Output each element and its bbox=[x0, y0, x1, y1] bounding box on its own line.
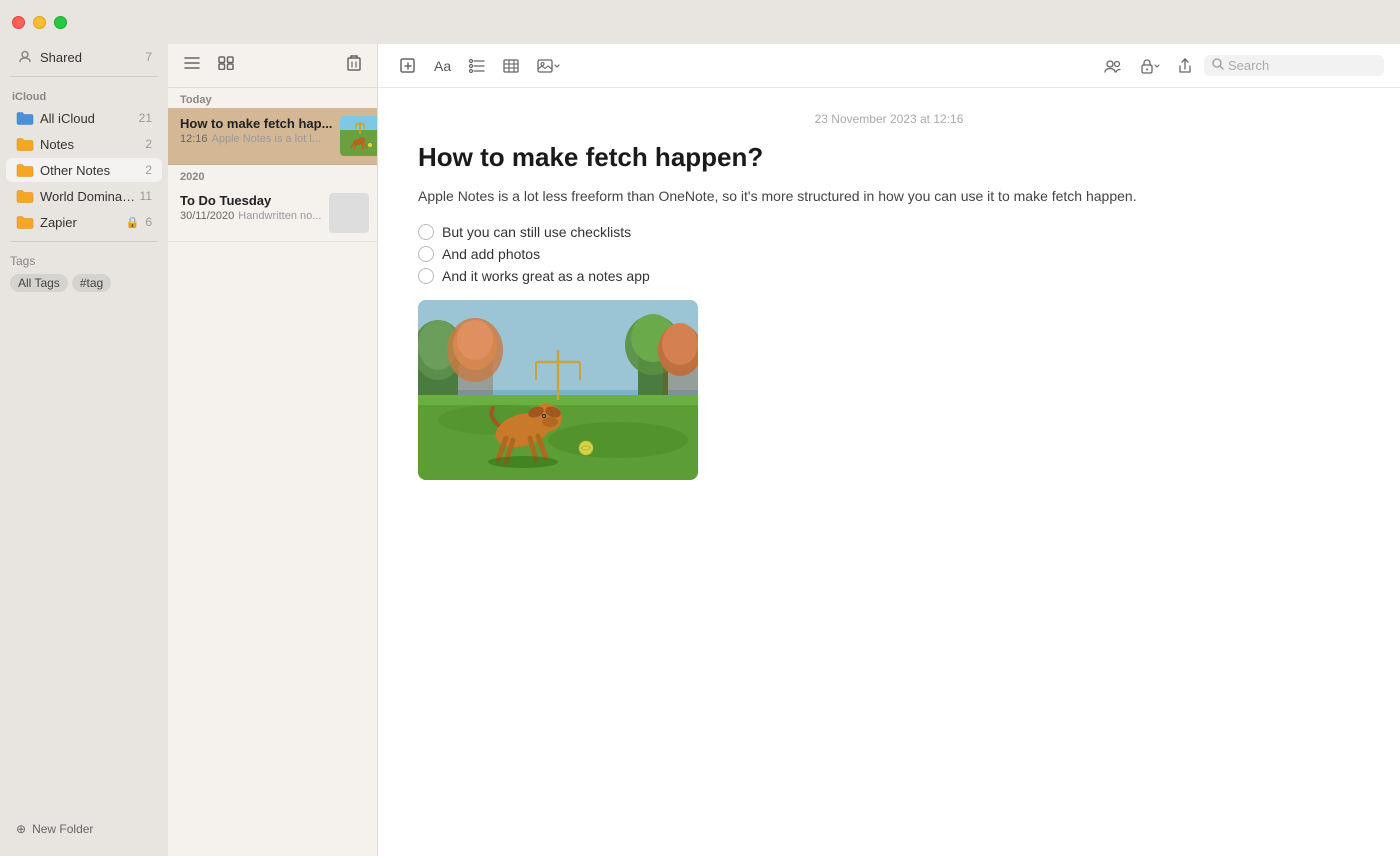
sidebar-item-zapier-count: 6 bbox=[145, 215, 152, 229]
sidebar: Shared 7 iCloud All iCloud 21 Notes bbox=[0, 44, 168, 856]
sidebar-item-other-notes-count: 2 bbox=[145, 163, 152, 177]
sidebar-item-all-icloud-count: 21 bbox=[139, 111, 152, 125]
checklist-label-2: And add photos bbox=[442, 246, 540, 262]
checklist-item-2: And add photos bbox=[418, 246, 1360, 262]
note-image bbox=[418, 300, 698, 480]
note-body-text[interactable]: Apple Notes is a lot less freeform than … bbox=[418, 185, 1360, 207]
new-folder-button[interactable]: ⊕ New Folder bbox=[10, 818, 158, 840]
sidebar-item-notes-label: Notes bbox=[40, 137, 141, 152]
folder-icon bbox=[16, 109, 34, 127]
font-format-button[interactable]: Aa bbox=[428, 54, 457, 78]
sidebar-divider-2 bbox=[10, 241, 158, 242]
lock-button[interactable] bbox=[1134, 54, 1166, 78]
lock-icon: 🔒 bbox=[126, 216, 140, 229]
sidebar-item-shared-label: Shared bbox=[40, 50, 141, 65]
note-item-header: How to make fetch hap... 12:16 Apple Not… bbox=[180, 116, 365, 156]
editor-content: 23 November 2023 at 12:16 How to make fe… bbox=[378, 88, 1400, 856]
toolbar-right bbox=[1098, 54, 1384, 78]
note-item-content: How to make fetch hap... 12:16 Apple Not… bbox=[180, 116, 332, 145]
tags-label: Tags bbox=[10, 254, 158, 268]
collab-button[interactable] bbox=[1098, 55, 1128, 77]
sidebar-item-notes[interactable]: Notes 2 bbox=[6, 132, 162, 156]
sidebar-item-all-icloud-label: All iCloud bbox=[40, 111, 135, 126]
note-thumbnail-placeholder bbox=[329, 193, 369, 233]
sidebar-item-other-notes-label: Other Notes bbox=[40, 163, 141, 178]
note-item-todo-title: To Do Tuesday bbox=[180, 193, 321, 208]
checklist-button[interactable] bbox=[463, 55, 491, 77]
note-item-todo-preview: Handwritten no... bbox=[238, 210, 321, 222]
today-label: Today bbox=[168, 88, 377, 108]
checklist-item-1: But you can still use checklists bbox=[418, 224, 1360, 240]
grid-view-button[interactable] bbox=[214, 52, 238, 79]
tag-all-tags[interactable]: All Tags bbox=[10, 274, 68, 292]
share-button[interactable] bbox=[1172, 54, 1198, 78]
note-item-time: 12:16 bbox=[180, 133, 208, 145]
tags-section: Tags All Tags #tag bbox=[0, 248, 168, 298]
other-notes-folder-icon bbox=[16, 161, 34, 179]
sidebar-item-zapier-label: Zapier bbox=[40, 215, 126, 230]
checkbox-1[interactable] bbox=[418, 224, 434, 240]
note-item-todo-header: To Do Tuesday 30/11/2020 Handwritten no.… bbox=[180, 193, 365, 233]
notes-list-panel: Today How to make fetch hap... 12:16 App… bbox=[168, 44, 378, 856]
note-item-todo-content: To Do Tuesday 30/11/2020 Handwritten no.… bbox=[180, 193, 321, 222]
search-icon bbox=[1212, 58, 1224, 73]
sidebar-item-world-domination[interactable]: World Domination Pla. 11 bbox=[6, 184, 162, 208]
checkbox-3[interactable] bbox=[418, 268, 434, 284]
minimize-button[interactable] bbox=[33, 16, 46, 29]
new-folder-label: New Folder bbox=[32, 822, 93, 836]
sidebar-item-other-notes[interactable]: Other Notes 2 bbox=[6, 158, 162, 182]
main-container: Shared 7 iCloud All iCloud 21 Notes bbox=[0, 44, 1400, 856]
editor-toolbar: Aa bbox=[378, 44, 1400, 88]
list-view-button[interactable] bbox=[180, 52, 204, 79]
checklist-label-1: But you can still use checklists bbox=[442, 224, 631, 240]
notes-list-toolbar bbox=[168, 44, 377, 88]
checkbox-2[interactable] bbox=[418, 246, 434, 262]
new-note-button[interactable] bbox=[394, 54, 422, 78]
note-item-todo[interactable]: To Do Tuesday 30/11/2020 Handwritten no.… bbox=[168, 185, 377, 242]
note-title[interactable]: How to make fetch happen? bbox=[418, 142, 1360, 173]
font-format-label: Aa bbox=[434, 58, 451, 74]
icloud-label: iCloud bbox=[0, 83, 168, 105]
sidebar-item-shared-count: 7 bbox=[145, 50, 152, 64]
note-thumbnail bbox=[340, 116, 378, 156]
year-label: 2020 bbox=[168, 165, 377, 185]
note-timestamp: 23 November 2023 at 12:16 bbox=[418, 112, 1360, 126]
checklist-item-3: And it works great as a notes app bbox=[418, 268, 1360, 284]
note-item-todo-date: 30/11/2020 bbox=[180, 210, 234, 222]
note-item-title: How to make fetch hap... bbox=[180, 116, 332, 131]
note-item-fetch[interactable]: How to make fetch hap... 12:16 Apple Not… bbox=[168, 108, 377, 165]
title-bar bbox=[0, 0, 1400, 44]
search-bar bbox=[1204, 55, 1384, 76]
notes-folder-icon bbox=[16, 135, 34, 153]
media-button[interactable] bbox=[531, 55, 567, 77]
traffic-lights bbox=[12, 16, 67, 29]
sidebar-item-all-icloud[interactable]: All iCloud 21 bbox=[6, 106, 162, 130]
editor-area: Aa bbox=[378, 44, 1400, 856]
shared-icon bbox=[16, 48, 34, 66]
new-folder-icon: ⊕ bbox=[16, 822, 26, 836]
table-button[interactable] bbox=[497, 55, 525, 77]
note-item-meta: 12:16 Apple Notes is a lot l... bbox=[180, 133, 332, 145]
sidebar-item-notes-count: 2 bbox=[145, 137, 152, 151]
sidebar-item-world-domination-count: 11 bbox=[140, 189, 152, 203]
zapier-folder-icon bbox=[16, 213, 34, 231]
sidebar-item-zapier[interactable]: Zapier 🔒 6 bbox=[6, 210, 162, 234]
maximize-button[interactable] bbox=[54, 16, 67, 29]
tag-hashtag[interactable]: #tag bbox=[72, 274, 111, 292]
checklist-label-3: And it works great as a notes app bbox=[442, 268, 650, 284]
trash-button[interactable] bbox=[343, 51, 365, 80]
sidebar-bottom: ⊕ New Folder bbox=[0, 810, 168, 848]
note-item-preview: Apple Notes is a lot l... bbox=[212, 133, 321, 145]
tags-row: All Tags #tag bbox=[10, 274, 158, 292]
note-item-todo-meta: 30/11/2020 Handwritten no... bbox=[180, 210, 321, 222]
sidebar-divider bbox=[10, 76, 158, 77]
world-domination-folder-icon bbox=[16, 187, 34, 205]
sidebar-item-world-domination-label: World Domination Pla. bbox=[40, 189, 136, 204]
close-button[interactable] bbox=[12, 16, 25, 29]
sidebar-item-shared[interactable]: Shared 7 bbox=[6, 45, 162, 69]
search-input[interactable] bbox=[1228, 58, 1376, 73]
